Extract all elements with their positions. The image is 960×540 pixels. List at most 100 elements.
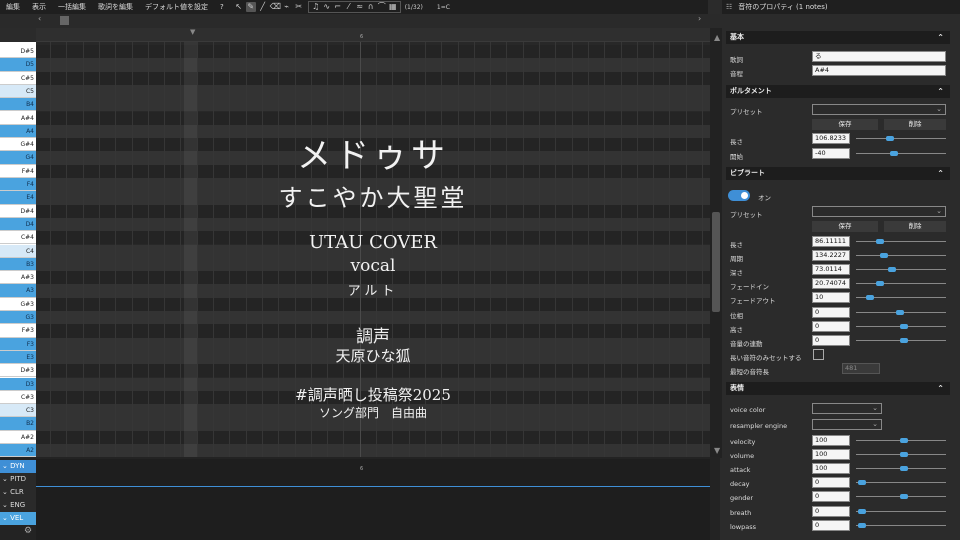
piano-key[interactable]: A3 xyxy=(0,284,36,298)
line-tool-icon[interactable]: ╱ xyxy=(258,2,268,12)
arc2-icon[interactable]: ⌒ xyxy=(377,2,387,12)
vibrato-field-slider[interactable] xyxy=(856,264,946,275)
scroll-right-icon[interactable]: › xyxy=(698,14,701,23)
expression-field-input[interactable]: 0 xyxy=(812,519,850,531)
long-note-checkbox[interactable] xyxy=(813,349,824,360)
portamento-length-slider[interactable] xyxy=(856,133,946,144)
piano-key[interactable]: G3 xyxy=(0,311,36,325)
piano-key[interactable]: D#4 xyxy=(0,204,36,218)
snap-division[interactable]: (1/32) xyxy=(405,4,423,11)
pencil-tool-icon[interactable]: ✎ xyxy=(245,2,256,12)
exp-tab-pitd[interactable]: ⌄ PITD xyxy=(0,473,36,486)
piano-keyboard[interactable]: D#5 D5 C#5 C5 B4 A#4 A4 G#4 G4 F#4 F4 E4 D#4 D4 C#4 C4 B… xyxy=(0,42,36,458)
section-vibrato[interactable]: ビブラート ⌃ xyxy=(726,167,950,180)
expression-field-slider[interactable] xyxy=(856,520,946,531)
expression-canvas[interactable] xyxy=(36,459,710,540)
expression-field-input[interactable]: 0 xyxy=(812,491,850,503)
portamento-start-slider[interactable] xyxy=(856,148,946,159)
piano-key[interactable]: B4 xyxy=(0,98,36,112)
step-icon[interactable]: ⌐ xyxy=(333,2,343,12)
resampler-select[interactable]: ⌄ xyxy=(812,419,882,430)
panel-scroll-down-icon[interactable]: ▼ xyxy=(714,446,720,455)
wave-icon[interactable]: ≈ xyxy=(355,2,365,12)
scroll-left-icon[interactable]: ‹ xyxy=(38,14,41,23)
vibrato-field-input[interactable]: 0 xyxy=(812,320,850,332)
vibrato-field-input[interactable]: 10 xyxy=(812,292,850,304)
expression-field-slider[interactable] xyxy=(856,477,946,488)
piano-key[interactable]: C3 xyxy=(0,404,36,418)
piano-key[interactable]: G#3 xyxy=(0,297,36,311)
piano-key[interactable]: F3 xyxy=(0,337,36,351)
slash-icon[interactable]: ⁄ xyxy=(344,2,354,12)
vibrato-field-slider[interactable] xyxy=(856,307,946,318)
vibrato-field-slider[interactable] xyxy=(856,321,946,332)
vibrato-field-input[interactable]: 86.11111 xyxy=(812,236,850,247)
piano-key[interactable]: C5 xyxy=(0,84,36,99)
exp-tab-dyn[interactable]: ⌄ DYN xyxy=(0,460,36,473)
expression-field-slider[interactable] xyxy=(856,506,946,517)
vibrato-field-slider[interactable] xyxy=(856,292,946,303)
vibrato-delete-button[interactable]: 削除 xyxy=(884,221,946,232)
piano-key[interactable]: D3 xyxy=(0,377,36,391)
portamento-length-input[interactable]: 106.8233 xyxy=(812,133,850,144)
knife-tool-icon[interactable]: ✂ xyxy=(294,2,304,12)
piano-key[interactable]: E4 xyxy=(0,191,36,205)
vibrato-save-button[interactable]: 保存 xyxy=(812,221,878,232)
expression-field-input[interactable]: 100 xyxy=(812,463,850,475)
section-expressions[interactable]: 表情 ⌃ xyxy=(726,382,950,395)
timeline-ruler[interactable] xyxy=(36,28,710,42)
piano-key[interactable]: F#4 xyxy=(0,164,36,178)
piano-key[interactable]: F#3 xyxy=(0,324,36,338)
tone-input[interactable]: A#4 xyxy=(812,65,946,76)
menu-edit-lyrics[interactable]: 歌詞を編集 xyxy=(92,2,139,12)
piano-key[interactable]: G4 xyxy=(0,151,36,165)
piano-key[interactable]: B2 xyxy=(0,417,36,431)
playhead-marker-icon[interactable]: ▼ xyxy=(190,28,195,36)
brush-tool-icon[interactable]: ⌁ xyxy=(282,2,292,12)
eraser-tool-icon[interactable]: ⌫ xyxy=(270,2,281,12)
key-toggle[interactable]: 1=C xyxy=(437,4,450,11)
voice-color-select[interactable]: ⌄ xyxy=(812,403,882,414)
vibrato-field-slider[interactable] xyxy=(856,236,946,247)
expression-field-slider[interactable] xyxy=(856,491,946,502)
grid-icon[interactable]: ▦ xyxy=(388,2,398,12)
piano-key[interactable]: G#4 xyxy=(0,138,36,152)
expression-field-input[interactable]: 100 xyxy=(812,449,850,461)
portamento-save-button[interactable]: 保存 xyxy=(812,119,878,130)
exp-tab-clr[interactable]: ⌄ CLR xyxy=(0,486,36,499)
curve-icon[interactable]: ∿ xyxy=(322,2,332,12)
piano-key[interactable]: A4 xyxy=(0,124,36,139)
portamento-preset-select[interactable]: ⌄ xyxy=(812,104,946,115)
expression-field-slider[interactable] xyxy=(856,435,946,446)
piano-key[interactable]: A#2 xyxy=(0,430,36,444)
panel-scroll-up-icon[interactable]: ▲ xyxy=(714,33,720,42)
menu-batch-edit[interactable]: 一括編集 xyxy=(52,2,92,12)
vibrato-field-input[interactable]: 73.0114 xyxy=(812,264,850,276)
expression-field-input[interactable]: 100 xyxy=(812,435,850,446)
vibrato-field-input[interactable]: 20.74074 xyxy=(812,278,850,290)
arc-icon[interactable]: ∩ xyxy=(366,2,376,12)
piano-key[interactable]: C4 xyxy=(0,244,36,258)
piano-key[interactable]: D#5 xyxy=(0,45,36,59)
piano-key[interactable]: D#3 xyxy=(0,364,36,378)
vibrato-field-input[interactable]: 0 xyxy=(812,334,850,346)
vibrato-field-slider[interactable] xyxy=(856,335,946,346)
piano-key[interactable]: C#4 xyxy=(0,231,36,245)
expression-curve[interactable] xyxy=(36,486,710,487)
vibrato-field-input[interactable]: 0 xyxy=(812,306,850,318)
vibrato-field-slider[interactable] xyxy=(856,278,946,289)
vibrato-field-input[interactable]: 134.2227 xyxy=(812,250,850,262)
expression-field-input[interactable]: 0 xyxy=(812,505,850,517)
pointer-tool-icon[interactable]: ↖ xyxy=(234,2,244,12)
piano-key[interactable]: F4 xyxy=(0,178,36,192)
vibrato-preset-select[interactable]: ⌄ xyxy=(812,206,946,217)
expression-field-slider[interactable] xyxy=(856,449,946,460)
piano-key[interactable]: D4 xyxy=(0,217,36,232)
piano-key[interactable]: C#5 xyxy=(0,71,36,85)
portamento-start-input[interactable]: -40 xyxy=(812,148,850,159)
piano-key[interactable]: A#3 xyxy=(0,271,36,285)
exp-tab-vel[interactable]: ⌄ VEL xyxy=(0,512,36,525)
piano-key[interactable]: A#4 xyxy=(0,111,36,125)
piano-key[interactable]: D5 xyxy=(0,58,36,72)
expression-field-slider[interactable] xyxy=(856,463,946,474)
